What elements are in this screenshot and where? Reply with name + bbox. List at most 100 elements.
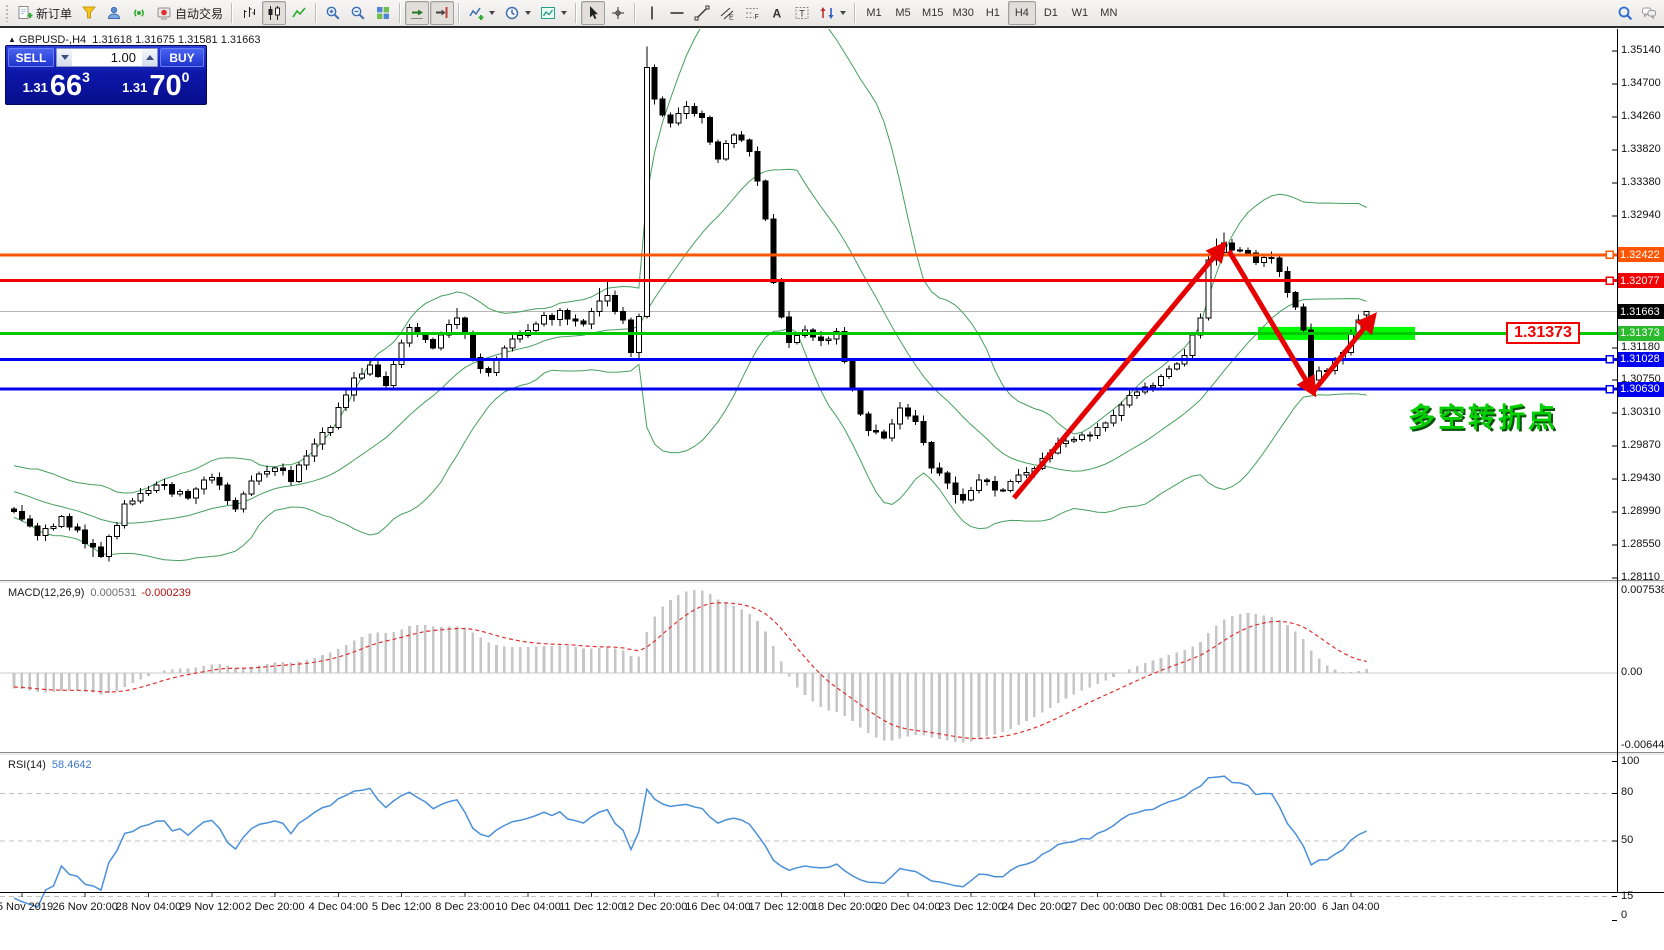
toolbar-button-label: H1 [986, 7, 1000, 19]
rsi-axis-label: 15 [1621, 890, 1633, 902]
time-axis-label: 29 Nov 12:00 [179, 901, 244, 913]
price-annotation-box[interactable]: 1.31373 [1506, 322, 1580, 344]
tile-windows-button[interactable] [371, 1, 395, 25]
sell-button[interactable]: SELL [8, 48, 54, 67]
line-chart-button[interactable] [287, 1, 311, 25]
time-axis-label: 26 Nov 20:00 [52, 901, 117, 913]
sell-price[interactable]: 1.31663 [8, 68, 105, 102]
new-order-button[interactable]: 新订单 [13, 1, 76, 25]
triangle-down-icon [61, 55, 69, 60]
time-axis-label: 17 Dec 12:00 [749, 901, 814, 913]
volume-decrease-button[interactable] [57, 49, 72, 66]
vline-icon [644, 5, 660, 21]
zoom-out-button[interactable] [346, 1, 370, 25]
toolbar-button-label: M1 [866, 7, 881, 19]
sell-price-prefix: 1.31 [23, 80, 48, 95]
templates-button[interactable] [536, 1, 571, 25]
macd-axis-min: -0.006446 [1621, 739, 1664, 751]
autotrade-icon [156, 5, 172, 21]
macd-axis-zero: 0.00 [1621, 666, 1642, 678]
chart-canvas[interactable] [0, 28, 1664, 950]
trendline-button[interactable] [690, 1, 714, 25]
line-drag-handle[interactable] [1606, 251, 1613, 258]
tf-h1-button[interactable]: H1 [979, 1, 1007, 25]
time-axis-label: 28 Nov 04:00 [116, 901, 181, 913]
auto-scroll-button[interactable] [405, 1, 429, 25]
toolbar-grip [5, 4, 10, 22]
zoom-in-button[interactable] [321, 1, 345, 25]
volume-increase-button[interactable] [142, 49, 157, 66]
tf-mn-button[interactable]: MN [1095, 1, 1123, 25]
zoom-out-icon [350, 5, 366, 21]
price-tick-label: 1.30310 [1621, 406, 1661, 418]
tf-m5-button[interactable]: M5 [889, 1, 917, 25]
buy-button[interactable]: BUY [160, 48, 204, 67]
tf-m1-button[interactable]: M1 [860, 1, 888, 25]
buy-price[interactable]: 1.31700 [108, 68, 205, 102]
crosshair-icon [610, 5, 626, 21]
zoom-in-icon [325, 5, 341, 21]
toolbar-button-label: M30 [952, 7, 973, 19]
time-axis-label: 11 Dec 12:00 [559, 901, 624, 913]
bar-chart-button[interactable] [237, 1, 261, 25]
arrows-button[interactable] [815, 1, 850, 25]
autotrade-button[interactable]: 自动交易 [152, 1, 227, 25]
cursor-button[interactable] [581, 1, 605, 25]
tf-h4-button[interactable]: H4 [1008, 1, 1036, 25]
news-icon [131, 5, 147, 21]
price-line-label: 1.30630 [1618, 382, 1664, 397]
time-axis-label: 2 Dec 20:00 [245, 901, 304, 913]
equidistant-channel-button[interactable]: E [715, 1, 739, 25]
toolbar-separator [634, 3, 636, 23]
autoscroll-icon [409, 5, 425, 21]
toolbar-button-label: M15 [922, 7, 943, 19]
time-axis-label: 6 Jan 04:00 [1322, 901, 1380, 913]
template-icon [540, 5, 556, 21]
tf-d1-button[interactable]: D1 [1037, 1, 1065, 25]
text-button[interactable]: A [765, 1, 789, 25]
price-line-label: 1.31373 [1618, 326, 1664, 341]
line-drag-handle[interactable] [1606, 386, 1613, 393]
fibonacci-button[interactable]: F [740, 1, 764, 25]
toolbar-button-label: 新订单 [36, 5, 72, 22]
chart-window: ▲GBPUSD-,H4 1.31618 1.31675 1.31581 1.31… [0, 28, 1664, 950]
rsi-axis-label: 100 [1621, 755, 1639, 767]
tf-m15-button[interactable]: M15 [918, 1, 947, 25]
time-axis-label: 30 Dec 08:00 [1128, 901, 1193, 913]
new-order-icon [17, 5, 33, 21]
tf-m30-button[interactable]: M30 [948, 1, 977, 25]
volume-value[interactable]: 1.00 [72, 49, 142, 66]
price-tick-label: 1.32940 [1621, 209, 1661, 221]
candlestick-chart-button[interactable] [262, 1, 286, 25]
line-drag-handle[interactable] [1606, 356, 1613, 363]
line-chart-icon [291, 5, 307, 21]
price-tick-label: 1.33380 [1621, 176, 1661, 188]
price-tick-label: 1.33820 [1621, 143, 1661, 155]
news-button[interactable] [127, 1, 151, 25]
chat-button[interactable] [1637, 1, 1661, 25]
tf-w1-button[interactable]: W1 [1066, 1, 1094, 25]
styles-button[interactable] [77, 1, 101, 25]
trendline-icon [694, 5, 710, 21]
horizontal-line-button[interactable] [665, 1, 689, 25]
crosshair-button[interactable] [606, 1, 630, 25]
cursor-icon [585, 5, 601, 21]
turning-point-note[interactable]: 多空转折点 [1408, 396, 1558, 435]
profile-button[interactable] [102, 1, 126, 25]
line-drag-handle[interactable] [1606, 277, 1613, 284]
periods-button[interactable] [500, 1, 535, 25]
svg-text:T: T [799, 9, 805, 19]
chat-icon [1641, 5, 1657, 21]
clock-icon [504, 5, 520, 21]
time-axis-label: 12 Dec 20:00 [622, 901, 687, 913]
vertical-line-button[interactable] [640, 1, 664, 25]
indicators-button[interactable] [464, 1, 499, 25]
toolbar-button-label: M5 [895, 7, 910, 19]
chart-shift-button[interactable] [430, 1, 454, 25]
time-axis-label: 2 Jan 20:00 [1259, 901, 1317, 913]
text-label-button[interactable]: T [790, 1, 814, 25]
rsi-axis-label: 50 [1621, 834, 1633, 846]
time-axis-label: 16 Dec 04:00 [685, 901, 750, 913]
buy-price-sup: 0 [182, 69, 190, 85]
search-button[interactable] [1613, 1, 1637, 25]
